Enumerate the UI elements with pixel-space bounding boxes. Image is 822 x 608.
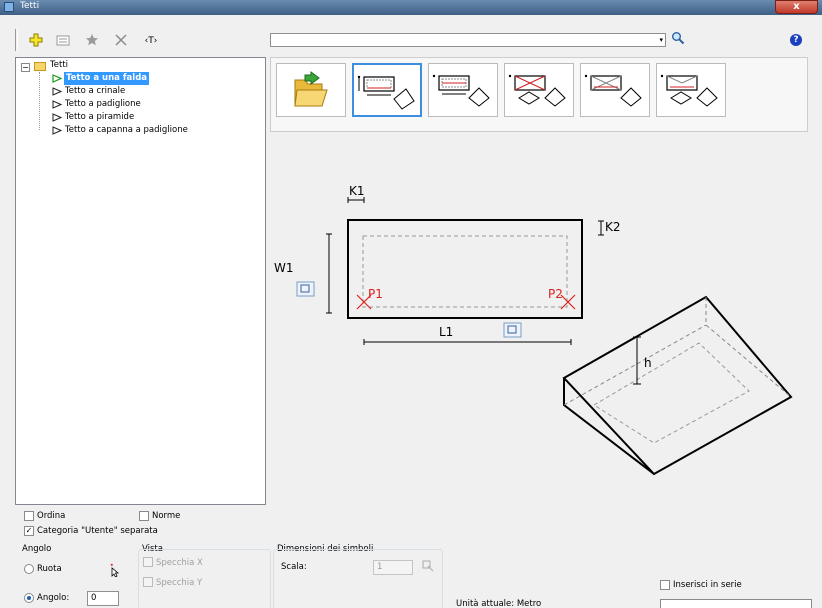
x-icon[interactable] bbox=[113, 33, 129, 49]
ruota-radio[interactable] bbox=[24, 564, 34, 574]
variant-thumbnail-2[interactable] bbox=[428, 63, 498, 117]
pick-angle-icon[interactable] bbox=[108, 563, 122, 578]
specchia-y-checkbox[interactable] bbox=[143, 577, 153, 587]
preview-panel: K1 K2 W1 P1 P2 L1 h bbox=[269, 57, 809, 505]
angolo-label: Angolo: bbox=[37, 593, 70, 603]
tree-item-tetto-a-piramide[interactable]: Tetto a piramide bbox=[65, 111, 134, 124]
serie-dropdown[interactable] bbox=[660, 599, 812, 608]
dimensioni-group bbox=[273, 549, 443, 608]
options-panel: Ordina Norme ✓ Categoria "Utente" separa… bbox=[15, 505, 822, 608]
pick-scale-icon[interactable] bbox=[421, 560, 435, 574]
roof-node-icon bbox=[52, 74, 62, 83]
ordina-label: Ordina bbox=[37, 511, 66, 521]
inserisci-in-serie-label: Inserisci in serie bbox=[673, 580, 742, 590]
title-bar: Tetti x bbox=[0, 0, 822, 15]
chevron-down-icon[interactable]: ▾ bbox=[659, 34, 663, 46]
k1-label: K1 bbox=[349, 184, 365, 198]
p1-label: P1 bbox=[368, 287, 383, 301]
help-icon[interactable]: ? bbox=[790, 34, 802, 46]
text-icon[interactable]: ‹T› bbox=[140, 33, 162, 49]
roof-node-icon bbox=[52, 126, 62, 135]
roof-variant-icon bbox=[508, 74, 566, 107]
tree-item-tetto-a-una-falda[interactable]: Tetto a una falda bbox=[64, 72, 150, 85]
folder-icon bbox=[34, 62, 46, 71]
variant-thumbnail-4[interactable] bbox=[580, 63, 650, 117]
collapse-icon[interactable]: − bbox=[21, 63, 30, 72]
angolo-group-title: Angolo bbox=[22, 544, 52, 554]
pick-point-button[interactable] bbox=[296, 281, 315, 297]
categoria-checkbox[interactable]: ✓ bbox=[24, 526, 34, 536]
folder-open-icon bbox=[294, 71, 328, 107]
pick-length-button[interactable] bbox=[503, 322, 522, 338]
l1-label: L1 bbox=[439, 325, 453, 339]
ruota-label: Ruota bbox=[37, 564, 62, 574]
roof-variant-icon bbox=[660, 74, 718, 107]
inserisci-in-serie-checkbox[interactable] bbox=[660, 580, 670, 590]
roof-variant-icon bbox=[432, 74, 490, 107]
roof-variant-icon bbox=[357, 75, 415, 110]
angolo-input[interactable]: 0 bbox=[87, 591, 119, 606]
specchia-x-label: Specchia X bbox=[156, 558, 203, 568]
p2-marker bbox=[560, 294, 576, 310]
tree-item-tetto-a-padiglione[interactable]: Tetto a padiglione bbox=[65, 98, 141, 111]
variant-thumbnail-3[interactable] bbox=[504, 63, 574, 117]
category-tree[interactable]: − Tetti Tetto a una falda Tetto a crinal… bbox=[15, 57, 266, 505]
p2-label: P2 bbox=[548, 287, 563, 301]
roof-node-icon bbox=[52, 100, 62, 109]
search-icon[interactable] bbox=[670, 31, 686, 47]
inner-outline bbox=[362, 235, 568, 308]
unita-label: Unità attuale: Metro bbox=[456, 599, 542, 608]
toolbar-grip[interactable] bbox=[15, 29, 18, 51]
tree-root-label[interactable]: Tetti bbox=[50, 59, 68, 72]
scala-label: Scala: bbox=[281, 562, 307, 572]
specchia-x-checkbox[interactable] bbox=[143, 557, 153, 567]
k2-label: K2 bbox=[605, 220, 621, 234]
close-button[interactable]: x bbox=[775, 0, 818, 14]
roof-diagram: K1 K2 W1 P1 P2 L1 h bbox=[269, 137, 809, 505]
w1-label: W1 bbox=[274, 261, 294, 275]
roof-outline bbox=[347, 219, 583, 319]
variant-thumbnail-bar bbox=[270, 57, 808, 132]
h-label: h bbox=[644, 356, 652, 370]
specchia-y-label: Specchia Y bbox=[156, 578, 203, 588]
norme-label: Norme bbox=[152, 511, 181, 521]
norme-checkbox[interactable] bbox=[139, 511, 149, 521]
open-folder-thumbnail[interactable] bbox=[276, 63, 346, 117]
app-icon bbox=[4, 2, 14, 12]
roof-node-icon bbox=[52, 87, 62, 96]
roof-3d-view: h bbox=[562, 295, 793, 476]
window-title: Tetti bbox=[20, 1, 40, 11]
tree-item-tetto-a-capanna-a-padiglione[interactable]: Tetto a capanna a padiglione bbox=[65, 124, 188, 137]
ordina-checkbox[interactable] bbox=[24, 511, 34, 521]
roof-variant-icon bbox=[584, 74, 642, 107]
list-icon[interactable] bbox=[55, 33, 71, 49]
toolbar: ‹T› ▾ ? bbox=[0, 15, 822, 57]
tree-item-tetto-a-crinale[interactable]: Tetto a crinale bbox=[65, 85, 125, 98]
variant-thumbnail-5[interactable] bbox=[656, 63, 726, 117]
plus-icon[interactable] bbox=[28, 33, 44, 49]
search-input[interactable]: ▾ bbox=[270, 33, 666, 47]
roof-node-icon bbox=[52, 113, 62, 122]
scala-input[interactable]: 1 bbox=[373, 560, 413, 575]
categoria-label: Categoria "Utente" separata bbox=[37, 526, 158, 536]
variant-thumbnail-1[interactable] bbox=[352, 63, 422, 117]
angolo-radio[interactable] bbox=[24, 593, 34, 603]
star-icon[interactable] bbox=[84, 33, 100, 49]
